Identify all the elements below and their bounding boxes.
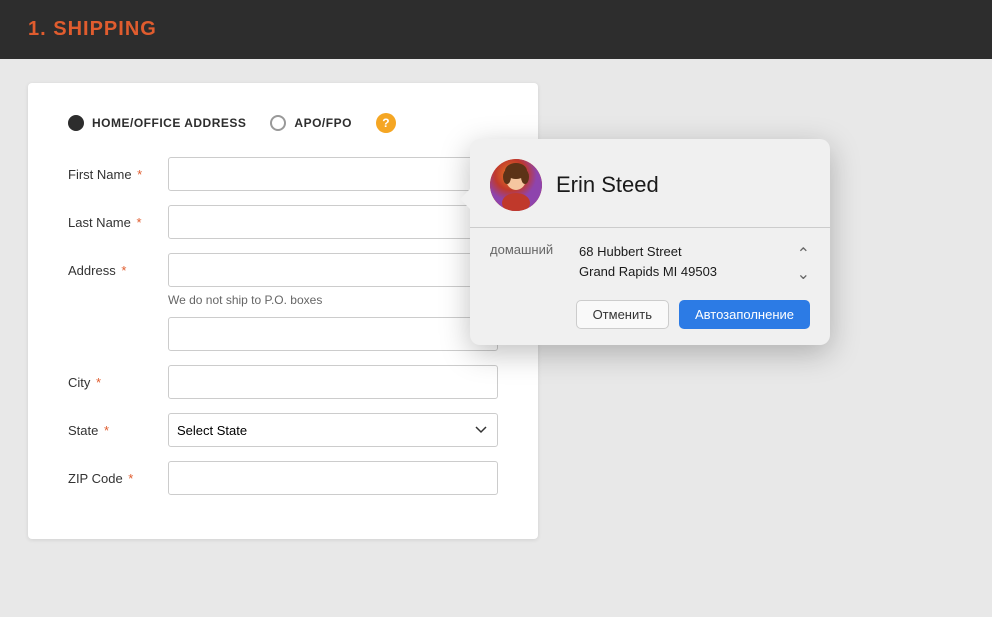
zip-input[interactable] (168, 461, 498, 495)
address2-row (68, 317, 498, 351)
address-label: Address * (68, 263, 168, 278)
help-icon[interactable]: ? (376, 113, 396, 133)
first-name-label: First Name * (68, 167, 168, 182)
main-content: HOME/OFFICE ADDRESS APO/FPO ? First Name… (0, 59, 992, 563)
address-type-row: HOME/OFFICE ADDRESS APO/FPO ? (68, 113, 498, 133)
address-row: Address * (68, 253, 498, 287)
home-office-radio[interactable] (68, 115, 84, 131)
popup-address-line1: 68 Hubbert Street (579, 242, 783, 262)
address-required: * (121, 263, 126, 278)
apo-fpo-radio[interactable] (270, 115, 286, 131)
zip-required: * (128, 471, 133, 486)
last-name-label: Last Name * (68, 215, 168, 230)
city-input[interactable] (168, 365, 498, 399)
last-name-row: Last Name * (68, 205, 498, 239)
zip-label: ZIP Code * (68, 471, 168, 486)
popup-address-row: домашний 68 Hubbert Street Grand Rapids … (490, 242, 810, 284)
last-name-required: * (136, 215, 141, 230)
apo-fpo-option[interactable]: APO/FPO (270, 115, 352, 131)
page-title: 1. SHIPPING (28, 18, 157, 41)
home-office-label: HOME/OFFICE ADDRESS (92, 116, 246, 130)
address2-input[interactable] (168, 317, 498, 351)
home-office-option[interactable]: HOME/OFFICE ADDRESS (68, 115, 246, 131)
state-label: State * (68, 423, 168, 438)
avatar (490, 159, 542, 211)
last-name-input[interactable] (168, 205, 498, 239)
popup-address-text: 68 Hubbert Street Grand Rapids MI 49503 (579, 242, 783, 281)
autofill-popup: Erin Steed домашний 68 Hubbert Street Gr… (470, 139, 830, 345)
popup-user-name: Erin Steed (556, 172, 659, 198)
first-name-row: First Name * (68, 157, 498, 191)
first-name-input[interactable] (168, 157, 498, 191)
cancel-button[interactable]: Отменить (576, 300, 669, 329)
address-note: We do not ship to P.O. boxes (168, 293, 498, 307)
autofill-button[interactable]: Автозаполнение (679, 300, 810, 329)
state-required: * (104, 423, 109, 438)
state-select[interactable]: Select State Alabama Alaska Arizona Mich… (168, 413, 498, 447)
city-row: City * (68, 365, 498, 399)
popup-actions: Отменить Автозаполнение (490, 300, 810, 329)
popup-address-line2: Grand Rapids MI 49503 (579, 262, 783, 282)
address-input[interactable] (168, 253, 498, 287)
apo-fpo-label: APO/FPO (294, 116, 352, 130)
address-chevron-icon[interactable]: ⌃⌄ (797, 244, 810, 284)
step-number: 1. (28, 18, 47, 40)
popup-header: Erin Steed (490, 159, 810, 211)
title-text: SHIPPING (53, 18, 157, 40)
first-name-required: * (137, 167, 142, 182)
zip-row: ZIP Code * (68, 461, 498, 495)
form-card: HOME/OFFICE ADDRESS APO/FPO ? First Name… (28, 83, 538, 539)
popup-address-type-label: домашний (490, 242, 565, 257)
city-required: * (96, 375, 101, 390)
popup-divider (470, 227, 830, 228)
state-row: State * Select State Alabama Alaska Ariz… (68, 413, 498, 447)
page-header: 1. SHIPPING (0, 0, 992, 59)
city-label: City * (68, 375, 168, 390)
